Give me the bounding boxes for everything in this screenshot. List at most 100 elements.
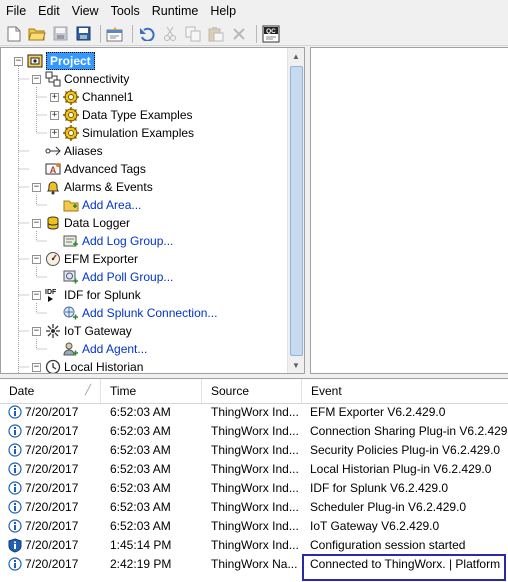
gauge-icon [45, 251, 61, 267]
tree-item-label: Project [46, 52, 95, 70]
project-icon [27, 53, 43, 69]
cell-event: Connection Sharing Plug-in V6.2.429.0 [310, 424, 508, 438]
idf-badge: IDF [45, 289, 57, 296]
collapse-toggle[interactable]: − [32, 363, 41, 372]
cell-date: 7/20/2017 [25, 538, 79, 552]
scroll-thumb[interactable] [290, 66, 303, 356]
collapse-toggle[interactable]: − [32, 183, 41, 192]
tree-item-label: Advanced Tags [64, 162, 146, 176]
bell-icon [45, 179, 61, 195]
column-header-event[interactable]: Event [302, 379, 508, 403]
save-icon[interactable] [50, 24, 70, 44]
table-row[interactable]: 7/20/2017 6:52:03 AM ThingWorx Ind... IoT G… [0, 517, 508, 536]
table-row[interactable]: 7/20/2017 1:45:14 PM ThingWorx Ind... Confi… [0, 536, 508, 555]
paste-icon[interactable] [206, 24, 226, 44]
column-header-date[interactable]: Date ╱ [0, 379, 101, 403]
tree-item-add-poll-group[interactable]: Add Poll Group... [63, 268, 173, 286]
collapse-toggle[interactable]: − [32, 327, 41, 336]
menu-file[interactable]: File [0, 0, 32, 22]
tree-item-label: Data Logger [64, 216, 131, 230]
project-tree: − Project − Connectivity + Channel1 + Da… [1, 48, 289, 373]
undo-icon[interactable] [137, 24, 157, 44]
menu-runtime[interactable]: Runtime [146, 0, 205, 22]
menu-edit[interactable]: Edit [32, 0, 66, 22]
tree-item-simulation-examples[interactable]: Simulation Examples [63, 124, 194, 142]
properties-icon[interactable] [105, 24, 125, 44]
cell-time: 6:52:03 AM [110, 481, 171, 495]
tree-item-label: Channel1 [82, 90, 134, 104]
tree-item-local-historian[interactable]: Local Historian [45, 358, 143, 373]
tree-item-connectivity[interactable]: Connectivity [45, 70, 129, 88]
add-area-icon [63, 197, 79, 213]
tree-vertical-scrollbar[interactable]: ▲ ▼ [287, 48, 304, 373]
tree-item-channel1[interactable]: Channel1 [63, 88, 133, 106]
collapse-toggle[interactable]: − [14, 57, 23, 66]
table-row[interactable]: 7/20/2017 6:52:03 AM ThingWorx Ind... IDF f… [0, 479, 508, 498]
tree-item-advanced-tags[interactable]: A Advanced Tags [45, 160, 146, 178]
tree-item-add-log-group[interactable]: Add Log Group... [63, 232, 173, 250]
table-row[interactable]: 7/20/2017 6:52:03 AM ThingWorx Ind... Secur… [0, 441, 508, 460]
cell-date: 7/20/2017 [25, 424, 79, 438]
cut-icon[interactable] [160, 24, 180, 44]
tree-item-label: EFM Exporter [64, 252, 139, 266]
cell-source: ThingWorx Ind... [211, 481, 299, 495]
tree-item-add-splunk-connection[interactable]: Add Splunk Connection... [63, 304, 217, 322]
tree-item-efm-exporter[interactable]: EFM Exporter [45, 250, 138, 268]
new-project-icon[interactable] [4, 24, 24, 44]
scroll-down-arrow-icon[interactable]: ▼ [288, 357, 304, 373]
table-row[interactable]: 7/20/2017 6:52:03 AM ThingWorx Ind... Sched… [0, 498, 508, 517]
add-splunk-connection-icon [63, 305, 79, 321]
tree-item-label: Aliases [64, 144, 103, 158]
column-header-source[interactable]: Source [202, 379, 302, 403]
tree-item-label: Add Log Group... [82, 234, 174, 248]
copy-icon[interactable] [183, 24, 203, 44]
column-header-time[interactable]: Time [101, 379, 202, 403]
quick-client-icon[interactable]: QC [261, 24, 281, 44]
open-folder-icon[interactable] [27, 24, 47, 44]
tree-item-project[interactable]: Project [27, 52, 95, 70]
toolbar-separator [256, 24, 257, 43]
tree-item-label: Local Historian [64, 360, 144, 373]
tree-item-aliases[interactable]: Aliases [45, 142, 103, 160]
menu-help[interactable]: Help [204, 0, 242, 22]
tree-item-add-agent[interactable]: Add Agent... [63, 340, 147, 358]
scroll-up-arrow-icon[interactable]: ▲ [288, 48, 304, 64]
tree-item-idf-for-splunk[interactable]: IDF IDF for Splunk [45, 286, 141, 304]
collapse-toggle[interactable]: − [32, 75, 41, 84]
cell-event: Configuration session started [310, 538, 466, 552]
info-icon [8, 481, 22, 496]
delete-icon[interactable] [229, 24, 249, 44]
tree-item-data-logger[interactable]: Data Logger [45, 214, 130, 232]
expand-toggle[interactable]: + [50, 129, 59, 138]
collapse-toggle[interactable]: − [32, 255, 41, 264]
info-icon [8, 500, 22, 515]
toolbar-separator [132, 24, 133, 43]
cell-time: 6:52:03 AM [110, 443, 171, 457]
info-icon [8, 443, 22, 458]
table-row[interactable]: 7/20/2017 6:52:03 AM ThingWorx Ind... Conne… [0, 422, 508, 441]
event-log-header: Date ╱ Time Source Event [0, 379, 508, 404]
tree-item-label: IDF for Splunk [64, 288, 141, 302]
menu-tools[interactable]: Tools [105, 0, 146, 22]
cell-source: ThingWorx Ind... [211, 462, 299, 476]
cell-time: 6:52:03 AM [110, 424, 171, 438]
tree-item-label: Alarms & Events [64, 180, 153, 194]
cell-date: 7/20/2017 [25, 443, 79, 457]
idf-splunk-icon: IDF [45, 287, 61, 303]
expand-toggle[interactable]: + [50, 93, 59, 102]
menu-view[interactable]: View [66, 0, 105, 22]
table-row[interactable]: 7/20/2017 6:52:03 AM ThingWorx Ind... Local… [0, 460, 508, 479]
tree-item-label: Simulation Examples [82, 126, 195, 140]
tree-item-iot-gateway[interactable]: IoT Gateway [45, 322, 132, 340]
collapse-toggle[interactable]: − [32, 219, 41, 228]
tree-item-data-type-examples[interactable]: Data Type Examples [63, 106, 193, 124]
collapse-toggle[interactable]: − [32, 291, 41, 300]
cell-date: 7/20/2017 [25, 557, 79, 571]
save-as-icon[interactable] [73, 24, 93, 44]
tree-item-label: Data Type Examples [82, 108, 193, 122]
tree-item-add-area[interactable]: Add Area... [63, 196, 141, 214]
table-row[interactable]: 7/20/2017 6:52:03 AM ThingWorx Ind... EFM E… [0, 403, 508, 422]
tree-item-alarms-events[interactable]: Alarms & Events [45, 178, 153, 196]
toolbar: QC [0, 22, 508, 46]
expand-toggle[interactable]: + [50, 111, 59, 120]
